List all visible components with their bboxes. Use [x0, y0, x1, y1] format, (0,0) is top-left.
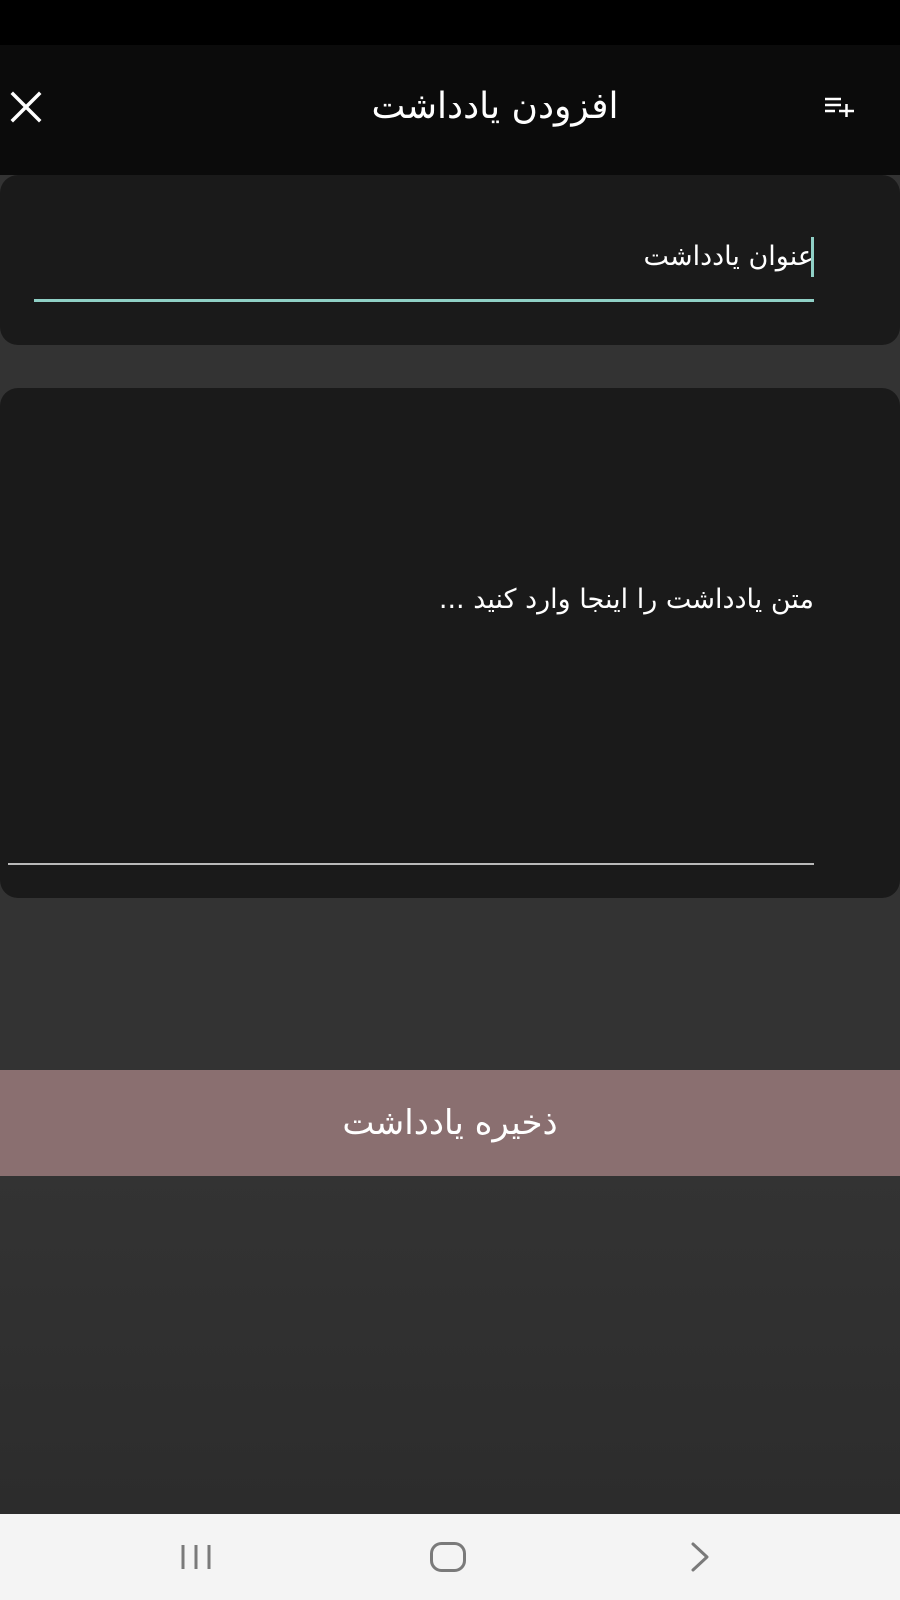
note-body-field[interactable]: متن یادداشت را اینجا وارد کنید ...: [8, 408, 814, 865]
playlist-add-icon: [825, 97, 854, 117]
home-icon: [430, 1542, 466, 1572]
note-title-placeholder: عنوان یادداشت: [643, 241, 814, 272]
body-card: متن یادداشت را اینجا وارد کنید ...: [0, 388, 900, 898]
note-title-field[interactable]: عنوان یادداشت: [34, 227, 814, 302]
page-title: افزودن یادداشت: [371, 86, 619, 127]
status-bar: [0, 0, 900, 45]
note-editor-screen: افزودن یادداشت عنوان یادداشت متن یادداشت…: [0, 0, 900, 1600]
add-note-button[interactable]: [818, 87, 862, 127]
title-card: عنوان یادداشت: [0, 175, 900, 345]
app-bar: افزودن یادداشت: [0, 45, 900, 175]
text-cursor: [811, 237, 814, 277]
recents-icon: [181, 1545, 211, 1569]
back-button[interactable]: [670, 1532, 730, 1582]
empty-area: [0, 1176, 900, 1514]
home-button[interactable]: [418, 1532, 478, 1582]
save-note-button[interactable]: ذخیره یادداشت: [0, 1070, 900, 1176]
close-icon: [10, 91, 42, 123]
note-body-placeholder: متن یادداشت را اینجا وارد کنید ...: [438, 584, 814, 615]
system-nav-bar: [0, 1514, 900, 1600]
back-icon: [691, 1542, 709, 1572]
close-button[interactable]: [4, 85, 48, 129]
recents-button[interactable]: [166, 1532, 226, 1582]
